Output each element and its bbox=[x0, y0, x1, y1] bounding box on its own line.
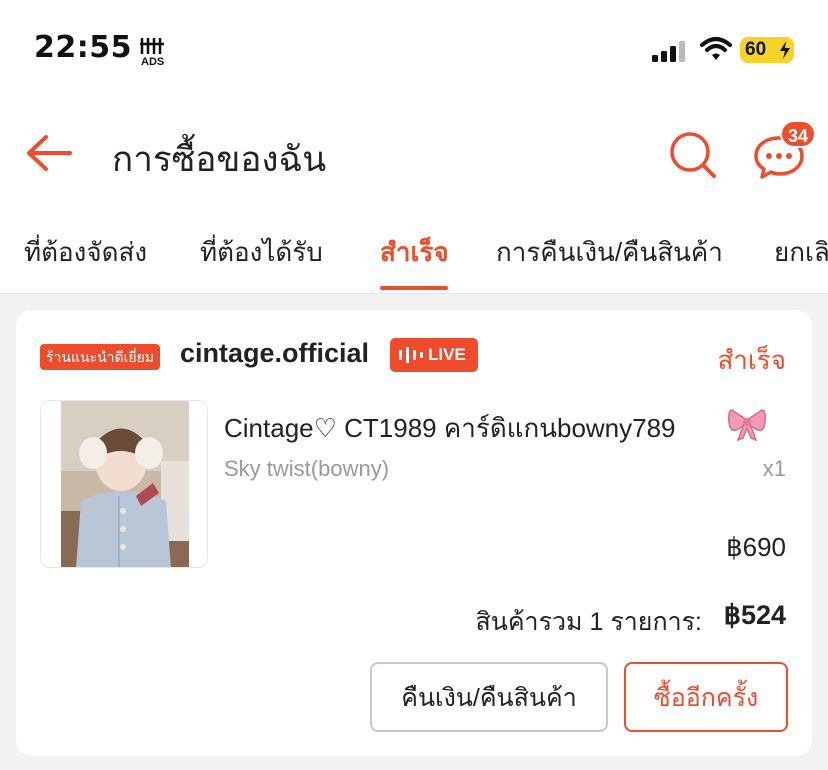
shop-name[interactable]: cintage.official bbox=[180, 338, 369, 369]
live-icon bbox=[399, 347, 423, 363]
live-label: LIVE bbox=[428, 345, 466, 364]
charging-bolt-icon bbox=[780, 41, 790, 59]
order-status: สำเร็จ bbox=[717, 345, 786, 375]
product-title[interactable]: Cintage♡ CT1989 คาร์ดิแกนbowny789 bbox=[224, 408, 676, 449]
back-arrow-icon[interactable] bbox=[24, 132, 74, 174]
order-card[interactable]: ร้านแนะนำดีเยี่ยม cintage.official LIVE … bbox=[16, 310, 812, 756]
order-tabs: ที่ต้องจัดส่ง ที่ต้องได้รับ สำเร็จ การคื… bbox=[0, 210, 828, 294]
order-total-label: สินค้ารวม 1 รายการ: bbox=[475, 608, 702, 636]
wifi-icon bbox=[700, 37, 732, 60]
product-photo bbox=[61, 401, 189, 567]
battery-level: 60 bbox=[745, 39, 767, 60]
signal-icon bbox=[652, 41, 685, 62]
tab-cancelled[interactable]: ยกเลิก bbox=[774, 232, 828, 273]
page-title: การซื้อของฉัน bbox=[112, 140, 327, 179]
svg-text:ADS: ADS bbox=[141, 56, 164, 66]
bow-icon bbox=[728, 409, 766, 442]
preferred-shop-badge: ร้านแนะนำดีเยี่ยม bbox=[40, 344, 161, 370]
order-total-value: ฿524 bbox=[723, 600, 786, 630]
return-refund-button[interactable]: คืนเงิน/คืนสินค้า bbox=[370, 662, 608, 732]
header: การซื้อของฉัน 34 bbox=[0, 100, 828, 210]
status-time: 22:55 bbox=[34, 30, 132, 65]
product-price: ฿690 bbox=[726, 532, 786, 562]
product-variant: Sky twist(bowny) bbox=[224, 456, 390, 481]
search-icon[interactable] bbox=[666, 128, 718, 180]
product-quantity: x1 bbox=[762, 456, 786, 481]
chat-badge: 34 bbox=[780, 120, 816, 148]
tab-completed[interactable]: สำเร็จ bbox=[380, 232, 449, 273]
active-tab-indicator bbox=[380, 286, 448, 290]
battery-icon: 60 bbox=[740, 37, 794, 63]
app-status-icon: ADS bbox=[140, 38, 164, 66]
tab-return-refund[interactable]: การคืนเงิน/คืนสินค้า bbox=[496, 232, 723, 273]
buy-again-button[interactable]: ซื้ออีกครั้ง bbox=[624, 662, 788, 732]
tab-to-receive[interactable]: ที่ต้องได้รับ bbox=[200, 232, 323, 273]
tab-to-ship[interactable]: ที่ต้องจัดส่ง bbox=[24, 232, 147, 273]
live-badge[interactable]: LIVE bbox=[390, 338, 478, 372]
status-bar: 22:55 ADS 60 bbox=[0, 0, 828, 100]
product-image[interactable] bbox=[40, 400, 208, 568]
